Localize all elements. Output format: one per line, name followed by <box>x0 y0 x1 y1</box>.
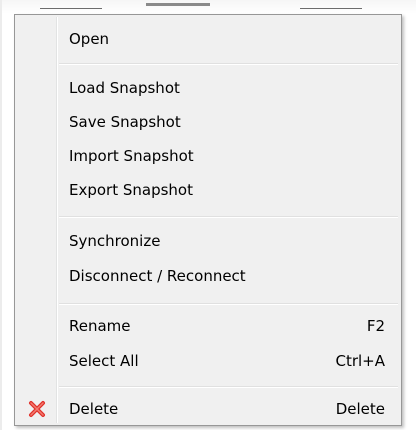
menu-item-disconnect-reconnect[interactable]: Disconnect / Reconnect <box>17 261 399 291</box>
context-menu: Open Load Snapshot Save Snapshot Import … <box>14 14 402 426</box>
menu-item-label: Open <box>69 30 110 48</box>
menu-item-label: Import Snapshot <box>69 147 194 165</box>
background-divider <box>146 3 210 6</box>
menu-item-load-snapshot[interactable]: Load Snapshot <box>17 73 399 103</box>
menu-item-rename[interactable]: Rename F2 <box>17 311 399 341</box>
menu-item-label: Disconnect / Reconnect <box>69 267 246 285</box>
menu-item-delete[interactable]: Delete Delete <box>17 394 399 424</box>
menu-separator <box>59 216 398 218</box>
menu-separator <box>59 63 398 65</box>
menu-item-label: Delete <box>69 400 119 418</box>
background-edge <box>0 0 2 430</box>
menu-item-save-snapshot[interactable]: Save Snapshot <box>17 107 399 137</box>
menu-item-shortcut: Ctrl+A <box>335 352 385 370</box>
background-divider <box>300 8 362 9</box>
menu-item-import-snapshot[interactable]: Import Snapshot <box>17 141 399 171</box>
menu-item-label: Export Snapshot <box>69 181 193 199</box>
menu-item-open[interactable]: Open <box>17 24 399 54</box>
menu-item-shortcut: Delete <box>335 400 385 418</box>
menu-item-label: Select All <box>69 352 139 370</box>
menu-item-select-all[interactable]: Select All Ctrl+A <box>17 346 399 376</box>
menu-item-label: Rename <box>69 317 131 335</box>
menu-separator <box>59 386 398 388</box>
menu-item-label: Load Snapshot <box>69 79 180 97</box>
menu-item-synchronize[interactable]: Synchronize <box>17 226 399 256</box>
delete-x-icon <box>28 400 46 418</box>
menu-item-export-snapshot[interactable]: Export Snapshot <box>17 175 399 205</box>
menu-item-label: Save Snapshot <box>69 113 181 131</box>
background-divider <box>40 8 102 9</box>
menu-separator <box>59 303 398 305</box>
menu-item-shortcut: F2 <box>366 317 385 335</box>
menu-item-label: Synchronize <box>69 232 161 250</box>
